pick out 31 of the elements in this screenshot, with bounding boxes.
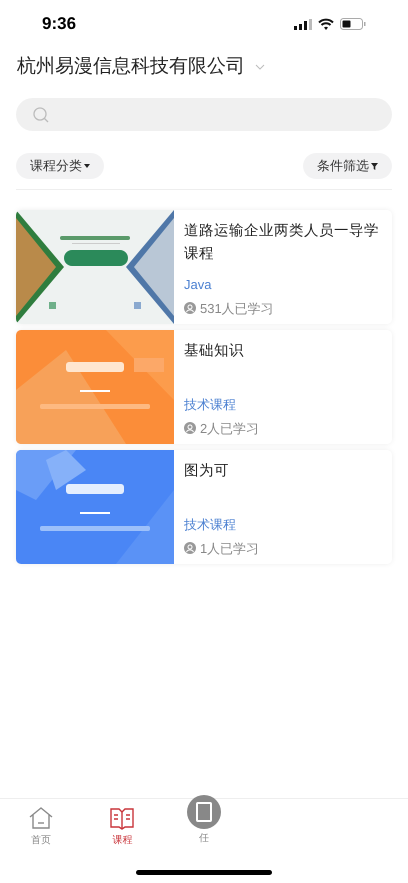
user-icon: [184, 302, 196, 314]
document-icon: [186, 795, 221, 829]
category-label: 技术课程: [184, 396, 237, 414]
course-title: 基础知识: [184, 342, 245, 361]
company-title: 杭州易漫信息科技有限公司: [17, 54, 245, 79]
category-label: Java: [184, 276, 212, 294]
course-card[interactable]: 图为可 技术课程 1人已学习: [16, 450, 392, 564]
user-icon: [184, 542, 196, 554]
caret-icon: [84, 164, 90, 168]
learner-count: 531人已学习: [200, 300, 274, 318]
filter-button[interactable]: 条件筛选: [303, 153, 392, 179]
user-icon: [184, 422, 196, 434]
learner-count: 1人已学习: [200, 540, 260, 558]
funnel-icon: [371, 162, 378, 170]
course-title: 图为可: [184, 462, 230, 481]
battery-icon: [340, 18, 366, 30]
tab-item[interactable]: 首页: [0, 805, 82, 883]
category-label: 技术课程: [184, 516, 237, 534]
signal-icon: [294, 18, 312, 30]
course-card[interactable]: 基础知识 技术课程 2人已学习: [16, 330, 392, 444]
category-dropdown[interactable]: 课程分类: [16, 153, 104, 179]
course-title: 道路运输企业两类人员一导学课程: [184, 222, 380, 264]
status-time: 9:36: [42, 13, 76, 36]
tab-item[interactable]: 课程: [82, 805, 164, 883]
search-field[interactable]: [16, 98, 392, 131]
chevron-down-icon[interactable]: [255, 64, 265, 70]
wifi-icon: [318, 18, 334, 30]
home-icon: [28, 805, 54, 831]
search-icon: [32, 106, 50, 124]
course-card[interactable]: 道路运输企业两类人员一导学课程 Java 531人已学习: [16, 210, 392, 324]
learner-count: 2人已学习: [200, 420, 260, 438]
